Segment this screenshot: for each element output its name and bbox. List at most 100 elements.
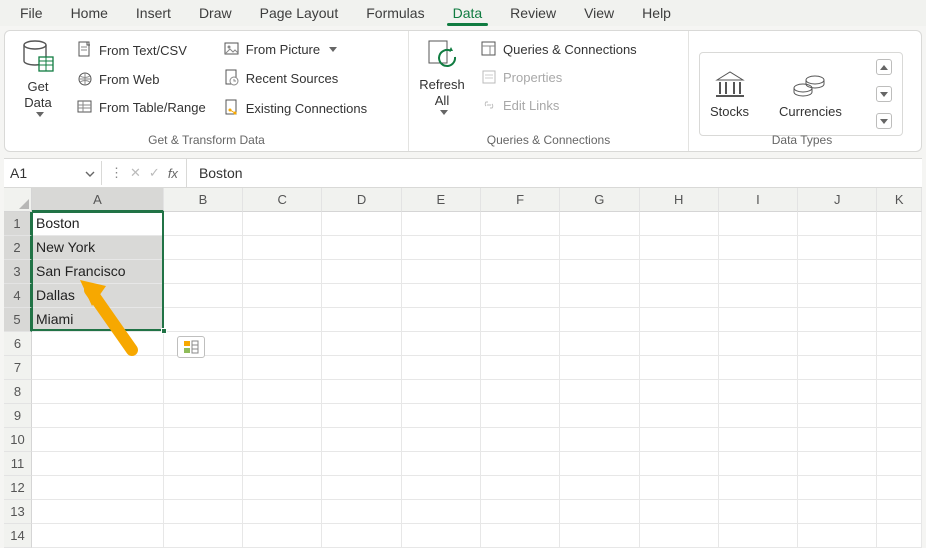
cell-B1[interactable] — [164, 212, 243, 236]
menu-draw[interactable]: Draw — [185, 2, 246, 24]
row-header-2[interactable]: 2 — [4, 236, 32, 260]
cell-D12[interactable] — [322, 476, 401, 500]
cell-I12[interactable] — [719, 476, 798, 500]
cell-G7[interactable] — [560, 356, 639, 380]
cell-K14[interactable] — [877, 524, 922, 548]
cell-K6[interactable] — [877, 332, 922, 356]
cancel-icon[interactable]: ✕ — [130, 165, 141, 181]
cell-E5[interactable] — [402, 308, 481, 332]
column-header-I[interactable]: I — [719, 188, 798, 212]
cell-J4[interactable] — [798, 284, 877, 308]
quick-analysis-button[interactable] — [177, 336, 205, 358]
from-picture-button[interactable]: From Picture — [220, 39, 371, 59]
cell-C3[interactable] — [243, 260, 322, 284]
cell-I3[interactable] — [719, 260, 798, 284]
from-web-button[interactable]: From Web — [73, 69, 210, 89]
cell-G12[interactable] — [560, 476, 639, 500]
cell-B5[interactable] — [164, 308, 243, 332]
cell-E13[interactable] — [402, 500, 481, 524]
row-header-12[interactable]: 12 — [4, 476, 32, 500]
queries-connections-button[interactable]: Queries & Connections — [477, 39, 641, 59]
cell-B14[interactable] — [164, 524, 243, 548]
cell-E8[interactable] — [402, 380, 481, 404]
from-text-csv-button[interactable]: From Text/CSV — [73, 39, 210, 61]
cell-A13[interactable] — [32, 500, 164, 524]
cell-J5[interactable] — [798, 308, 877, 332]
cell-E6[interactable] — [402, 332, 481, 356]
cell-J2[interactable] — [798, 236, 877, 260]
row-header-13[interactable]: 13 — [4, 500, 32, 524]
more-icon[interactable]: ⋮ — [110, 165, 122, 181]
menu-help[interactable]: Help — [628, 2, 685, 24]
cell-G11[interactable] — [560, 452, 639, 476]
cell-C8[interactable] — [243, 380, 322, 404]
cell-G13[interactable] — [560, 500, 639, 524]
cell-K3[interactable] — [877, 260, 922, 284]
menu-review[interactable]: Review — [496, 2, 570, 24]
menu-view[interactable]: View — [570, 2, 628, 24]
cell-I10[interactable] — [719, 428, 798, 452]
cell-F13[interactable] — [481, 500, 560, 524]
cell-H13[interactable] — [640, 500, 719, 524]
cell-E12[interactable] — [402, 476, 481, 500]
cell-D4[interactable] — [322, 284, 401, 308]
cell-D8[interactable] — [322, 380, 401, 404]
cell-H10[interactable] — [640, 428, 719, 452]
row-header-7[interactable]: 7 — [4, 356, 32, 380]
cell-G8[interactable] — [560, 380, 639, 404]
cell-A14[interactable] — [32, 524, 164, 548]
cell-E14[interactable] — [402, 524, 481, 548]
cell-H14[interactable] — [640, 524, 719, 548]
cell-G6[interactable] — [560, 332, 639, 356]
select-all-corner[interactable] — [4, 188, 32, 212]
menu-data[interactable]: Data — [439, 2, 497, 24]
cell-H2[interactable] — [640, 236, 719, 260]
row-header-10[interactable]: 10 — [4, 428, 32, 452]
cell-F3[interactable] — [481, 260, 560, 284]
cell-H12[interactable] — [640, 476, 719, 500]
cell-C2[interactable] — [243, 236, 322, 260]
cell-D2[interactable] — [322, 236, 401, 260]
cell-I1[interactable] — [719, 212, 798, 236]
cell-F8[interactable] — [481, 380, 560, 404]
cell-E4[interactable] — [402, 284, 481, 308]
formula-input[interactable]: Boston — [187, 161, 922, 185]
cell-K9[interactable] — [877, 404, 922, 428]
column-header-H[interactable]: H — [640, 188, 719, 212]
column-header-D[interactable]: D — [322, 188, 401, 212]
cell-J8[interactable] — [798, 380, 877, 404]
cell-I9[interactable] — [719, 404, 798, 428]
cell-A1[interactable]: Boston — [32, 212, 164, 236]
cell-A10[interactable] — [32, 428, 164, 452]
cell-C14[interactable] — [243, 524, 322, 548]
stocks-button[interactable]: Stocks — [710, 70, 749, 119]
cell-G1[interactable] — [560, 212, 639, 236]
cell-H7[interactable] — [640, 356, 719, 380]
cell-C10[interactable] — [243, 428, 322, 452]
row-header-1[interactable]: 1 — [4, 212, 32, 236]
cell-K4[interactable] — [877, 284, 922, 308]
cell-I4[interactable] — [719, 284, 798, 308]
cell-A5[interactable]: Miami — [32, 308, 164, 332]
cell-D1[interactable] — [322, 212, 401, 236]
cell-B4[interactable] — [164, 284, 243, 308]
cell-K2[interactable] — [877, 236, 922, 260]
cell-I13[interactable] — [719, 500, 798, 524]
cell-G10[interactable] — [560, 428, 639, 452]
cell-C11[interactable] — [243, 452, 322, 476]
row-header-6[interactable]: 6 — [4, 332, 32, 356]
cell-A4[interactable]: Dallas — [32, 284, 164, 308]
cell-J3[interactable] — [798, 260, 877, 284]
cell-G5[interactable] — [560, 308, 639, 332]
cell-F5[interactable] — [481, 308, 560, 332]
cell-A8[interactable] — [32, 380, 164, 404]
cell-K11[interactable] — [877, 452, 922, 476]
cell-I8[interactable] — [719, 380, 798, 404]
cell-E1[interactable] — [402, 212, 481, 236]
column-header-B[interactable]: B — [164, 188, 243, 212]
cell-C4[interactable] — [243, 284, 322, 308]
cell-D11[interactable] — [322, 452, 401, 476]
cell-E7[interactable] — [402, 356, 481, 380]
grid[interactable]: ABCDEFGHIJK BostonNew YorkSan FranciscoD… — [32, 188, 922, 548]
fx-label[interactable]: fx — [168, 166, 178, 181]
